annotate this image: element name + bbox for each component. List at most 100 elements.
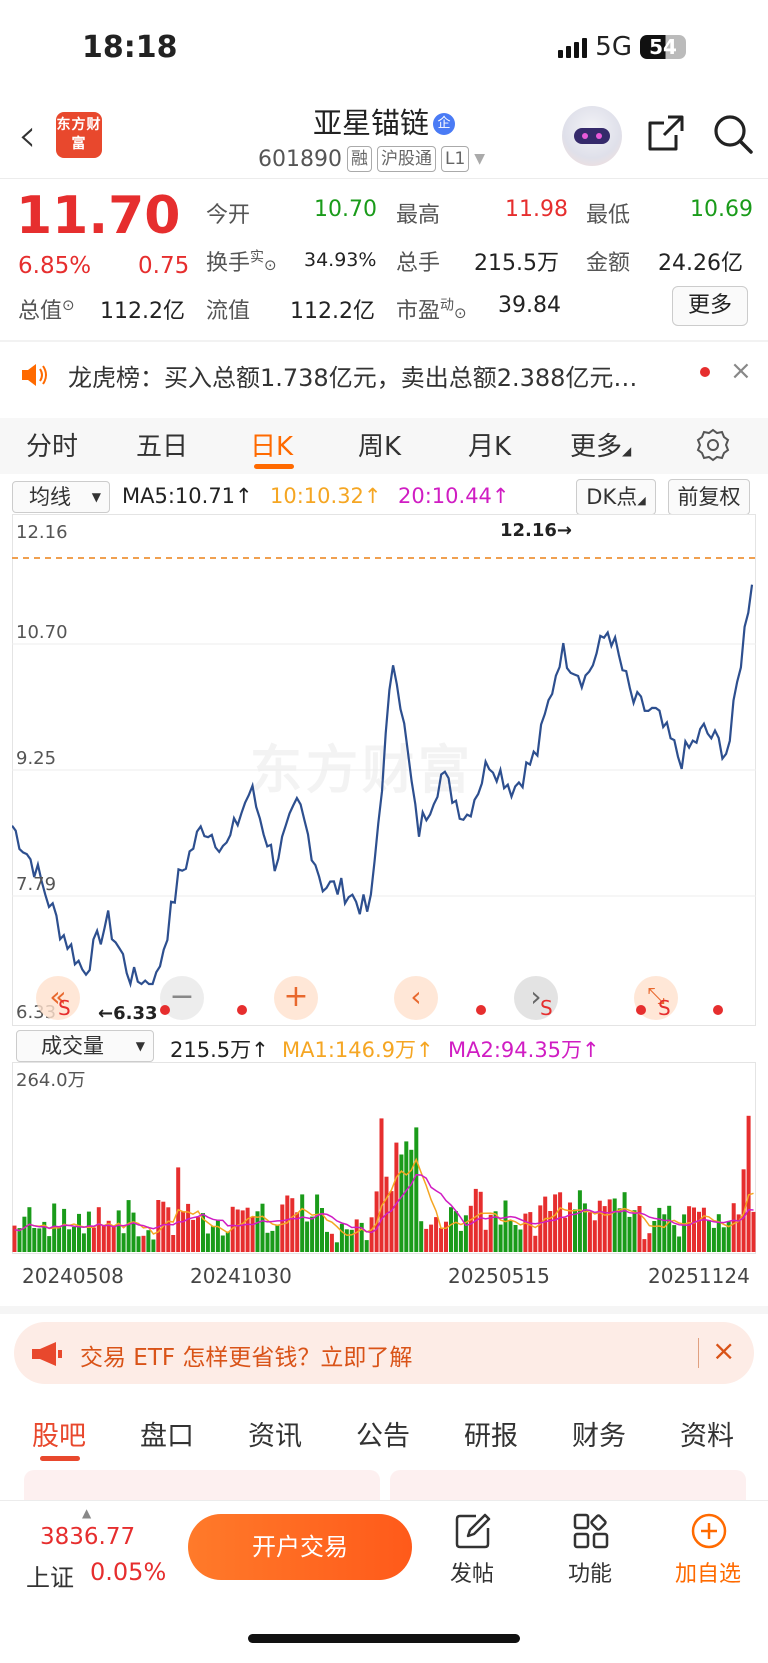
volume-bar [389, 1191, 394, 1252]
volume-bar [677, 1236, 682, 1252]
signal-dot [713, 1005, 723, 1015]
tab-announcement[interactable]: 公告 [356, 1414, 410, 1453]
volume-bar [141, 1235, 146, 1252]
volume-bar [121, 1233, 126, 1252]
more-quote-button[interactable]: 更多 [672, 286, 748, 326]
post-button[interactable]: 发帖 [432, 1556, 512, 1588]
volume-bar [225, 1231, 230, 1252]
tab-finance[interactable]: 财务 [572, 1414, 626, 1453]
section-tab-underline [40, 1456, 80, 1461]
index-value[interactable]: 3836.77 [40, 1524, 135, 1550]
tab-weekly-k[interactable]: 周K [358, 426, 401, 463]
volume-bar [37, 1228, 42, 1252]
dragon-board-text[interactable]: 龙虎榜：买入总额1.738亿元，卖出总额2.388亿元… [68, 358, 637, 393]
volume-bar [310, 1216, 315, 1252]
volume-bar [126, 1200, 131, 1252]
zoom-in-icon[interactable]: + [274, 976, 318, 1020]
enterprise-badge-icon: 企 [433, 113, 455, 135]
volume-bar [503, 1200, 508, 1252]
promo-text[interactable]: 交易 ETF 怎样更省钱？立即了解 [80, 1338, 412, 1372]
volume-bar [563, 1217, 568, 1252]
volume-bar [746, 1115, 751, 1252]
volume-bar [508, 1220, 513, 1252]
volume-bar [300, 1194, 305, 1252]
x-date-2: 20241030 [190, 1264, 292, 1288]
volume-bar [513, 1225, 518, 1252]
tab-guba[interactable]: 股吧 [32, 1414, 86, 1453]
tab-pankou[interactable]: 盘口 [140, 1414, 194, 1453]
add-watchlist-button[interactable]: 加自选 [668, 1556, 748, 1588]
volume-bar [632, 1210, 637, 1252]
volume-bar [72, 1226, 76, 1252]
tab-news[interactable]: 资讯 [248, 1414, 302, 1453]
tab-five-day[interactable]: 五日 [136, 426, 188, 463]
index-name[interactable]: 上证 [26, 1558, 74, 1593]
open-value: 10.70 [314, 197, 377, 222]
volume-bar [528, 1212, 533, 1252]
volume-bar [449, 1207, 453, 1252]
turnover-value: 34.93% [304, 249, 377, 271]
volume-bar [687, 1206, 692, 1252]
add-circle-icon[interactable] [690, 1512, 728, 1550]
volume-bar [617, 1208, 622, 1252]
volume-bar [136, 1236, 141, 1252]
volume-bar [265, 1232, 270, 1252]
volume-bar [498, 1224, 503, 1252]
volume-bar [47, 1236, 52, 1252]
content-card[interactable] [24, 1470, 380, 1500]
unread-dot [700, 367, 710, 377]
ma10-value: 10:10.32↑ [270, 484, 382, 508]
function-grid-icon[interactable] [572, 1512, 610, 1550]
close-icon[interactable]: × [730, 356, 752, 386]
volume-bar [57, 1226, 62, 1252]
float-value: 112.2亿 [290, 299, 375, 324]
volume-bar [151, 1239, 156, 1252]
tab-research[interactable]: 研报 [464, 1414, 518, 1453]
tab-daily-k[interactable]: 日K [250, 426, 293, 463]
volume-indicator-select[interactable]: 成交量 ▼ [16, 1030, 154, 1062]
search-icon[interactable] [712, 113, 754, 155]
tab-intraday[interactable]: 分时 [26, 426, 78, 463]
volume-bar [260, 1203, 265, 1252]
volume-bar [478, 1191, 483, 1252]
volume-bar [81, 1233, 86, 1252]
volume-bar [220, 1235, 225, 1252]
tab-monthly-k[interactable]: 月K [468, 426, 511, 463]
volume-bar [240, 1210, 245, 1252]
function-button[interactable]: 功能 [550, 1556, 630, 1588]
volume-bar [716, 1214, 721, 1252]
tab-profile[interactable]: 资料 [680, 1414, 734, 1453]
price-series-line [12, 584, 754, 989]
content-card[interactable] [390, 1470, 746, 1500]
volume-bar [210, 1226, 215, 1252]
post-edit-icon[interactable] [454, 1512, 492, 1550]
volume-bar [62, 1208, 67, 1252]
low-label: 最低 [586, 203, 631, 228]
index-change[interactable]: 0.05% [90, 1558, 166, 1586]
volume-bar [181, 1211, 186, 1252]
stock-code-row[interactable]: 601890 融 沪股通 L1 ▼ [258, 146, 485, 172]
pe-label: 市盈动⊙ [396, 297, 467, 324]
volume-bar [290, 1198, 295, 1252]
dk-point-button[interactable]: DK点◢ [576, 479, 656, 515]
signal-dot [636, 1005, 646, 1015]
share-icon[interactable] [646, 113, 686, 153]
indicator-select[interactable]: 均线 ▼ [12, 481, 110, 513]
volume-bar [354, 1219, 359, 1252]
volume-bar [587, 1212, 592, 1252]
promo-close-icon[interactable]: × [712, 1334, 735, 1367]
change-percent: 6.85% [18, 253, 92, 279]
tag-margin: 融 [346, 146, 372, 172]
tab-more[interactable]: 更多◢ [570, 426, 631, 463]
adjust-button[interactable]: 前复权 [668, 479, 750, 515]
change-amount: 0.75 [138, 253, 190, 279]
volume-bar [627, 1216, 632, 1252]
open-account-trade-button[interactable]: 开户交易 [188, 1514, 412, 1580]
volume-bar [379, 1118, 384, 1252]
assistant-avatar-icon[interactable] [562, 106, 622, 166]
prev-icon[interactable]: ‹ [394, 976, 438, 1020]
volume-bar [404, 1141, 409, 1252]
y-label-2: 10.70 [16, 622, 68, 643]
settings-gear-icon[interactable] [696, 428, 730, 462]
x-date-1: 20240508 [22, 1264, 124, 1288]
